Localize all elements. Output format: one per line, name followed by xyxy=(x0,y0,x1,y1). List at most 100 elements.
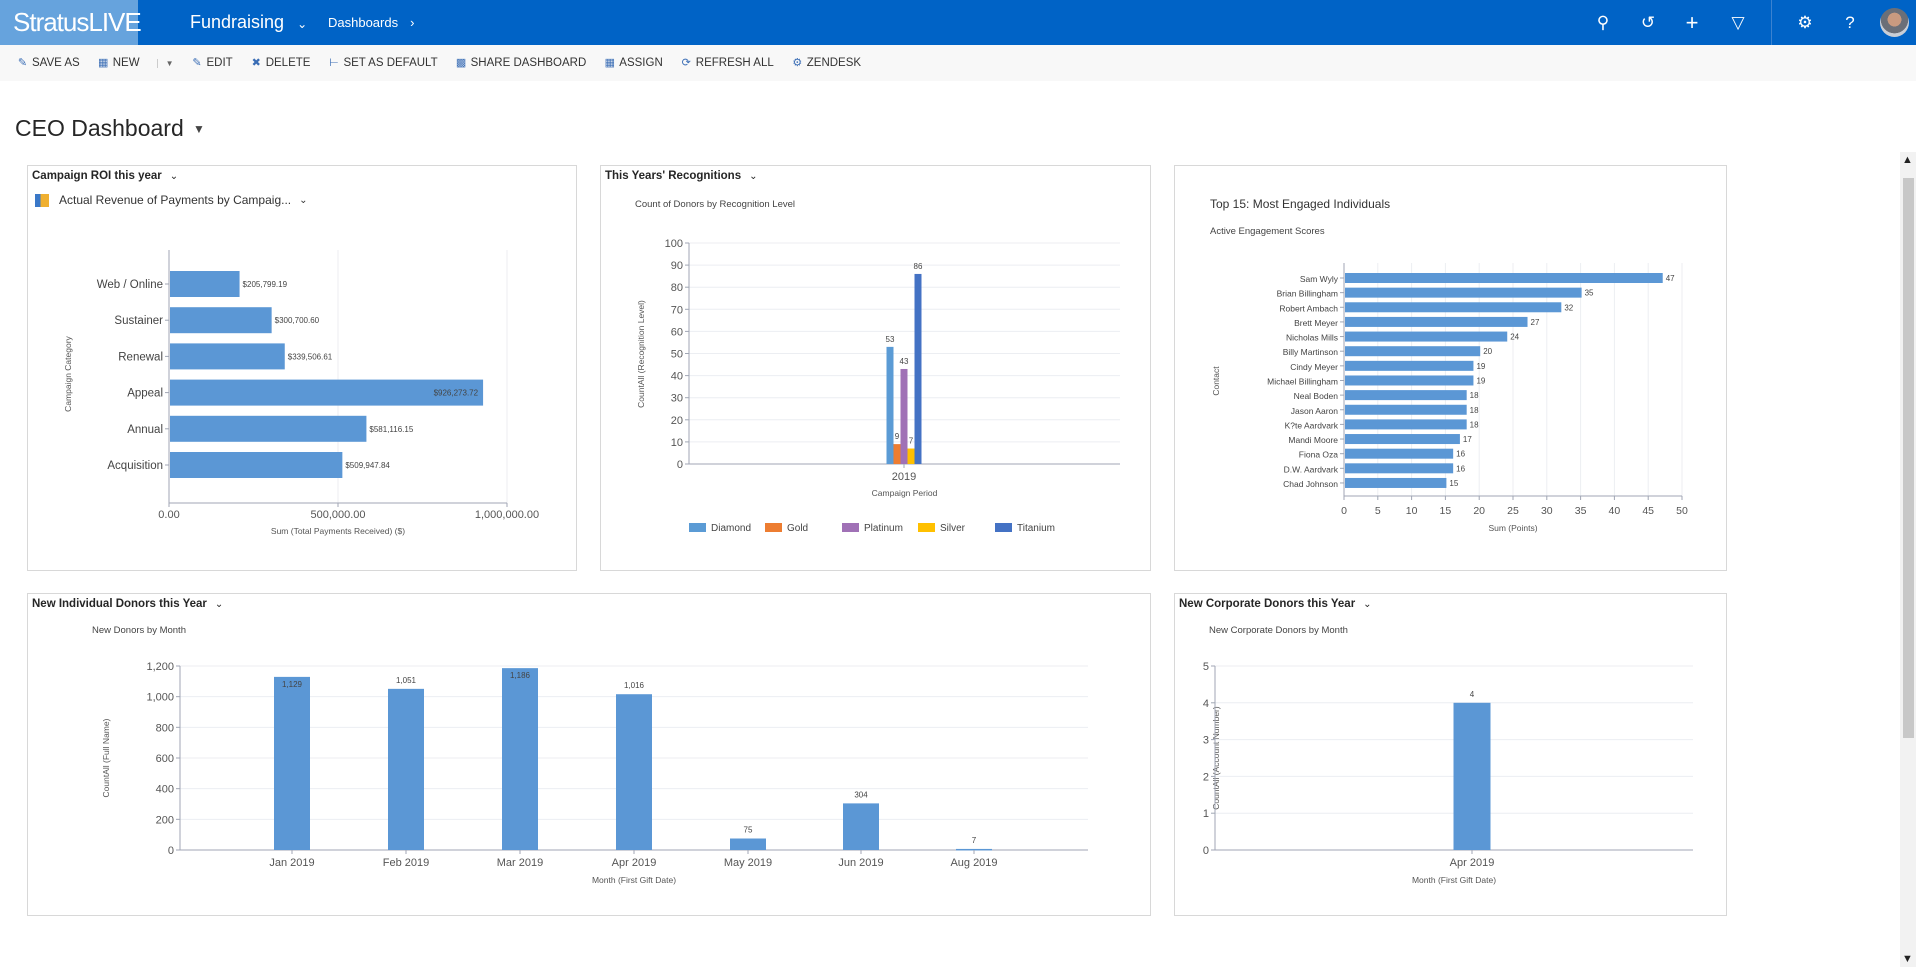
data-label: 4 xyxy=(1470,690,1475,699)
bar xyxy=(170,271,240,297)
stratuslive-logo[interactable]: StratusLIVE xyxy=(0,0,142,45)
command-bar: ✎ SAVE AS ▦ NEW ▼ ✎ EDIT ✖ DELETE ⊢ SET AS DEFAULT… xyxy=(0,45,1916,81)
category-label: Brett Meyer xyxy=(1294,318,1338,328)
y-axis-label: Contact xyxy=(1211,366,1221,396)
category-label: Web / Online xyxy=(97,279,163,291)
y-axis-label: CountAll (Account Number) xyxy=(1211,706,1221,810)
history-icon[interactable]: ↺ xyxy=(1637,12,1659,34)
y-tick-label: 70 xyxy=(671,304,683,316)
chart-subtitle: Active Engagement Scores xyxy=(1210,226,1325,237)
data-label: $300,700.60 xyxy=(275,316,320,325)
scrollbar-thumb[interactable] xyxy=(1903,178,1914,738)
data-label: 7 xyxy=(972,836,977,845)
data-label: 9 xyxy=(895,432,900,441)
button-label: DELETE xyxy=(265,57,311,69)
x-axis-label: Month (First Gift Date) xyxy=(1412,875,1496,885)
category-label: Neal Boden xyxy=(1294,391,1339,401)
bar xyxy=(274,676,310,850)
x-tick-label: 0.00 xyxy=(158,509,179,521)
x-tick-label: Apr 2019 xyxy=(1450,857,1495,869)
x-axis-label: Campaign Period xyxy=(872,488,938,498)
toolbar-save-as-button[interactable]: ✎ SAVE AS xyxy=(16,57,80,69)
help-icon[interactable]: ? xyxy=(1839,12,1861,34)
scroll-down-icon[interactable]: ▼ xyxy=(1902,953,1913,965)
bar xyxy=(170,452,343,478)
assign-icon: ▦ xyxy=(604,57,615,69)
data-label: 75 xyxy=(744,826,753,835)
toolbar-set-as-default-button[interactable]: ⊢ SET AS DEFAULT xyxy=(327,57,437,69)
y-axis-label: CountAll (Full Name) xyxy=(101,718,111,797)
vertical-scrollbar[interactable]: ▲ ▼ xyxy=(1900,152,1916,967)
filter-icon[interactable]: ▽ xyxy=(1727,12,1749,34)
bar xyxy=(843,803,879,850)
y-tick-label: 2 xyxy=(1203,771,1209,783)
legend-label: Silver xyxy=(940,523,966,534)
scroll-up-icon[interactable]: ▲ xyxy=(1902,154,1913,166)
category-label: Renewal xyxy=(118,351,163,363)
category-label: Sustainer xyxy=(114,315,163,327)
breadcrumb-dashboards[interactable]: Dashboards › xyxy=(328,0,414,45)
bar-gold xyxy=(893,444,901,464)
user-avatar[interactable] xyxy=(1880,8,1909,37)
header-divider xyxy=(1771,0,1772,45)
toolbar-zendesk-button[interactable]: ⚙ ZENDESK xyxy=(791,57,861,69)
chart-svg: New Corporate Donors by Month Month (Firs… xyxy=(1203,625,1693,885)
data-label: $926,273.72 xyxy=(434,389,479,398)
y-tick-label: 1,000 xyxy=(146,692,174,704)
bar xyxy=(388,688,424,850)
app-switcher[interactable]: Fundraising ⌄ xyxy=(190,0,307,47)
data-label: 43 xyxy=(900,357,909,366)
data-label: $205,799.19 xyxy=(243,280,288,289)
data-label: $581,116.15 xyxy=(369,425,413,434)
search-icon[interactable]: ⚲ xyxy=(1592,12,1614,34)
new-individual-donors-panel: New Individual Donors this Year ⌄ New Don… xyxy=(27,593,1151,916)
plus-icon[interactable]: + xyxy=(1681,12,1703,34)
data-label: 18 xyxy=(1470,391,1479,400)
bar xyxy=(730,838,766,850)
page-title[interactable]: CEO Dashboard xyxy=(15,115,184,142)
category-label: Cindy Meyer xyxy=(1290,362,1338,372)
toolbar-refresh-all-button[interactable]: ⟳ REFRESH ALL xyxy=(680,57,774,69)
gear-icon: ⚙ xyxy=(792,57,803,69)
bar xyxy=(1345,287,1582,298)
y-tick-label: 200 xyxy=(156,814,174,826)
category-label: Annual xyxy=(127,424,163,436)
y-tick-label: 1,200 xyxy=(146,661,174,673)
bar xyxy=(170,343,285,370)
data-label: 86 xyxy=(914,262,923,271)
chevron-right-icon: › xyxy=(410,15,415,30)
chart-title: Count of Donors by Recognition Level xyxy=(635,199,795,210)
y-tick-label: 10 xyxy=(671,437,683,449)
y-axis-label: Campaign Category xyxy=(63,335,73,411)
bar-titanium xyxy=(914,273,922,464)
button-label: SAVE AS xyxy=(32,57,80,69)
category-label: D.W. Aardvark xyxy=(1284,464,1339,474)
y-tick-label: 600 xyxy=(156,753,174,765)
most-engaged-panel: Top 15: Most Engaged Individuals Active E… xyxy=(1174,165,1727,571)
chevron-down-icon[interactable]: ▼ xyxy=(193,122,205,136)
chart-svg: Sum (Total Payments Received) ($) Campaig… xyxy=(63,250,539,536)
top-nav-bar: StratusLIVE Fundraising ⌄ Dashboards › ⚲ … xyxy=(0,0,1916,45)
data-label: 1,129 xyxy=(282,680,303,689)
toolbar-share-dashboard-button[interactable]: ▩ SHARE DASHBOARD xyxy=(455,57,586,69)
x-tick-label: 45 xyxy=(1642,505,1654,517)
toolbar-new-button[interactable]: ▦ NEW xyxy=(97,57,140,69)
data-label: 53 xyxy=(886,335,895,344)
bar xyxy=(1345,448,1454,459)
x-tick-label: 30 xyxy=(1541,505,1553,517)
y-tick-label: 400 xyxy=(156,784,174,796)
x-axis-label: Sum (Total Payments Received) ($) xyxy=(271,526,405,536)
x-axis-label: Sum (Points) xyxy=(1488,523,1537,533)
settings-icon[interactable]: ⚙ xyxy=(1794,12,1816,34)
new-dropdown-button[interactable]: ▼ xyxy=(156,58,174,68)
data-label: 1,016 xyxy=(624,681,645,690)
legend-label: Platinum xyxy=(864,523,903,534)
toolbar-assign-button[interactable]: ▦ ASSIGN xyxy=(603,57,663,69)
chart-svg: New Donors by Month Month (First Gift Dat… xyxy=(92,625,1088,885)
toolbar-edit-button[interactable]: ✎ EDIT xyxy=(191,57,232,69)
data-label: 1,186 xyxy=(510,671,531,680)
chart-title: New Corporate Donors by Month xyxy=(1209,625,1348,636)
x-tick-label: 20 xyxy=(1473,505,1485,517)
toolbar-delete-button[interactable]: ✖ DELETE xyxy=(250,57,311,69)
button-label: ZENDESK xyxy=(806,57,862,69)
